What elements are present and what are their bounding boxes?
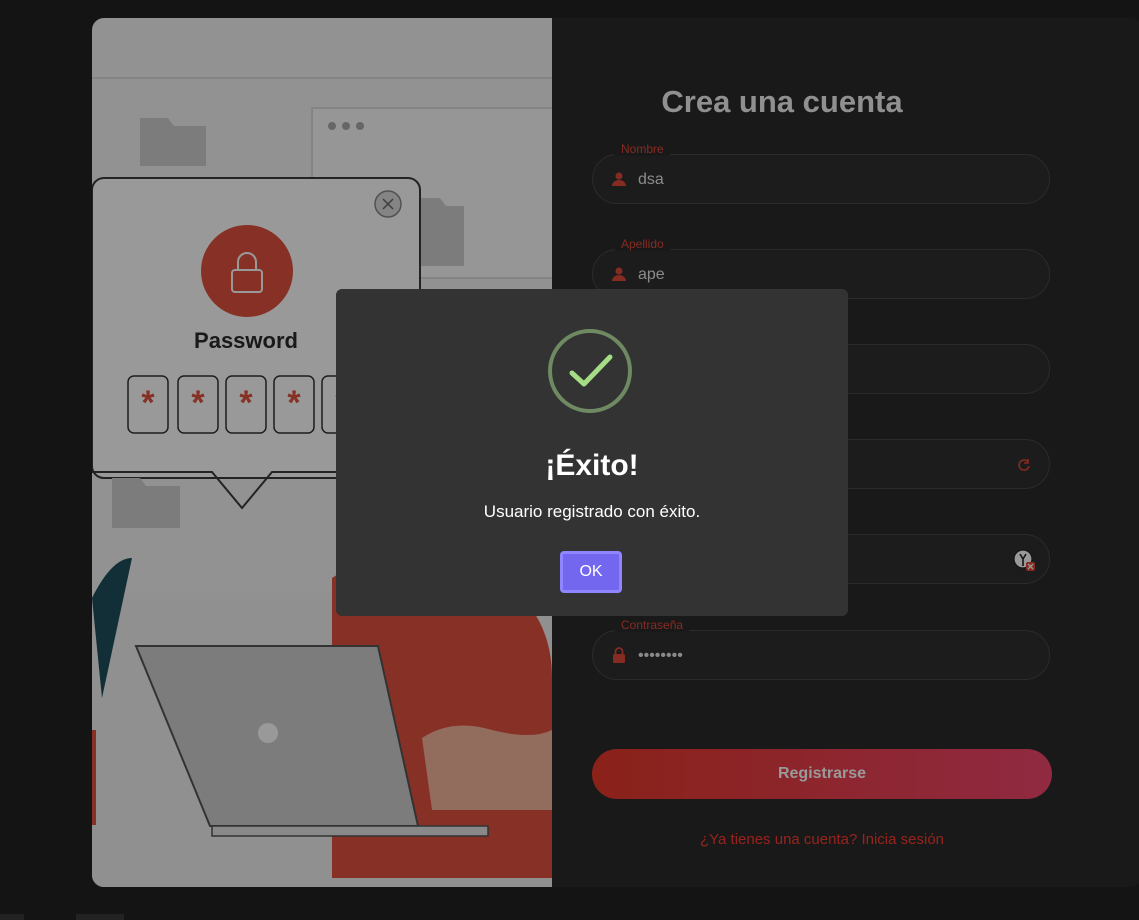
checkmark-icon — [569, 354, 613, 387]
success-circle — [548, 329, 632, 413]
dialog-message: Usuario registrado con éxito. — [483, 502, 701, 521]
success-dialog: ¡Éxito! Usuario registrado con éxito. OK — [336, 289, 848, 616]
ok-button[interactable]: OK — [560, 551, 622, 593]
dialog-title: ¡Éxito! — [545, 449, 639, 482]
